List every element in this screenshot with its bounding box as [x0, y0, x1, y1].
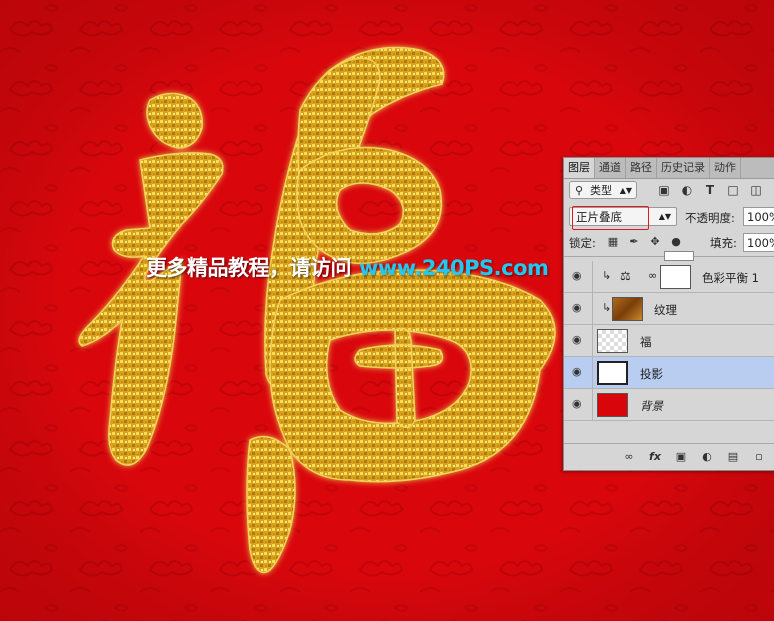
- lock-all-icon[interactable]: ●: [669, 235, 683, 249]
- tab-actions[interactable]: 动作: [710, 158, 741, 178]
- highlight-box: [572, 206, 649, 230]
- lock-label: 锁定:: [569, 236, 596, 250]
- chain-link-icon[interactable]: ∞: [648, 269, 657, 282]
- divider: [592, 357, 593, 389]
- tab-paths[interactable]: 路径: [626, 158, 657, 178]
- divider: [592, 261, 593, 293]
- add-mask-icon[interactable]: ▣: [674, 450, 688, 464]
- filter-smartobject-icon[interactable]: ◫: [748, 182, 764, 198]
- updown-arrows-icon: ▲▼: [619, 186, 632, 195]
- new-group-icon[interactable]: ▤: [726, 450, 740, 464]
- layers-panel: 图层 通道 路径 历史记录 动作 ⚲ 类型 ▲▼ ▣ ◐ T □ ◫ 正片叠底 …: [563, 157, 774, 471]
- opacity-input[interactable]: 100%: [743, 207, 774, 226]
- panel-tab-bar: 图层 通道 路径 历史记录 动作: [564, 158, 774, 179]
- scrolled-layer-thumbnail: [664, 251, 694, 261]
- lock-position-icon[interactable]: ✥: [648, 235, 662, 249]
- layer-thumbnail[interactable]: [597, 329, 628, 353]
- layer-row-background[interactable]: ◉ 背景: [564, 389, 774, 421]
- eye-icon[interactable]: ◉: [572, 334, 584, 346]
- layer-thumbnail[interactable]: [597, 393, 628, 417]
- layer-name: 投影: [640, 367, 663, 381]
- updown-arrows-icon: ▲▼: [658, 212, 671, 221]
- search-icon: ⚲: [575, 184, 584, 197]
- layer-filter-row: ⚲ 类型 ▲▼ ▣ ◐ T □ ◫: [564, 179, 774, 203]
- panel-bottom-bar: ∞ fx ▣ ◐ ▤ ▫: [564, 443, 774, 470]
- layer-row-texture[interactable]: ◉ ↳ 纹理: [564, 293, 774, 325]
- layer-row-fu[interactable]: ◉ 福: [564, 325, 774, 357]
- link-layers-icon[interactable]: ∞: [622, 450, 636, 464]
- eye-icon[interactable]: ◉: [572, 398, 584, 410]
- layer-name: 色彩平衡 1: [702, 271, 759, 285]
- watermark: 更多精品教程，请访问 www.240PS.com: [146, 252, 549, 282]
- eye-icon[interactable]: ◉: [572, 270, 584, 282]
- layer-thumbnail[interactable]: [597, 361, 628, 385]
- tab-layers[interactable]: 图层: [564, 158, 595, 178]
- filter-shape-icon[interactable]: □: [725, 182, 741, 198]
- opacity-label: 不透明度:: [685, 211, 735, 225]
- lock-paint-icon[interactable]: ✒: [627, 235, 641, 249]
- layer-row-color-balance[interactable]: ◉ ↳ ⚖ ∞ 色彩平衡 1: [564, 261, 774, 293]
- tab-history[interactable]: 历史记录: [657, 158, 710, 178]
- divider: [592, 325, 593, 357]
- blend-row: 正片叠底 ▲▼ 不透明度: 100%: [564, 204, 774, 230]
- layer-name: 纹理: [654, 303, 677, 317]
- new-layer-icon[interactable]: ▫: [752, 450, 766, 464]
- lock-transparent-icon[interactable]: ▦: [606, 235, 620, 249]
- layer-row-shadow[interactable]: ◉ 投影: [564, 357, 774, 389]
- fill-label: 填充:: [710, 236, 737, 250]
- watermark-text: 更多精品教程，请访问: [146, 256, 352, 280]
- kind-filter-label: 类型: [590, 184, 612, 197]
- kind-filter-select[interactable]: ⚲ 类型 ▲▼: [569, 181, 637, 199]
- adjustment-layer-icon[interactable]: ◐: [700, 450, 714, 464]
- divider: [592, 293, 593, 325]
- tab-channels[interactable]: 通道: [595, 158, 626, 178]
- layer-name: 背景: [640, 399, 663, 413]
- eye-icon[interactable]: ◉: [572, 302, 584, 314]
- filter-type-icon[interactable]: T: [702, 182, 718, 198]
- watermark-url: www.240PS.com: [359, 256, 549, 280]
- layer-thumbnail[interactable]: [612, 297, 643, 321]
- fill-input[interactable]: 100%: [743, 233, 774, 252]
- eye-icon[interactable]: ◉: [572, 366, 584, 378]
- clip-arrow-icon: ↳: [602, 301, 612, 314]
- layer-name: 福: [640, 335, 652, 349]
- filter-pixel-icon[interactable]: ▣: [656, 182, 672, 198]
- layer-mask-thumbnail[interactable]: [660, 265, 691, 289]
- layer-list: ◉ ↳ ⚖ ∞ 色彩平衡 1 ◉ ↳ 纹理 ◉ 福 ◉ 投影 ◉ 背景: [564, 251, 774, 444]
- balance-scale-icon: ⚖: [620, 269, 631, 283]
- clip-arrow-icon: ↳: [602, 269, 612, 282]
- fx-icon[interactable]: fx: [648, 450, 662, 464]
- divider: [592, 389, 593, 421]
- filter-adjustment-icon[interactable]: ◐: [679, 182, 695, 198]
